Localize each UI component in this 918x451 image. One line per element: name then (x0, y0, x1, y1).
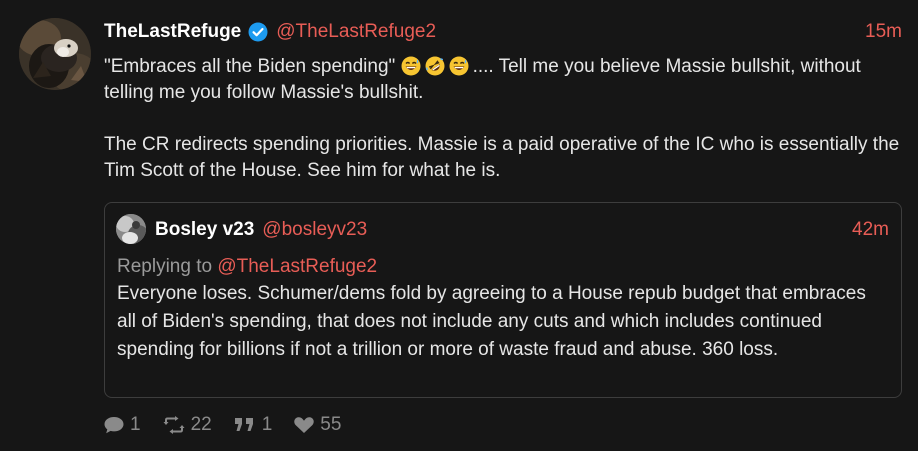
reply-icon (104, 417, 124, 434)
quote-button[interactable]: 1 (233, 414, 273, 436)
grinning-sweat-emoji-icon (401, 56, 421, 76)
like-button[interactable]: 55 (293, 414, 341, 436)
replying-to: Replying to @TheLastRefuge2 (117, 254, 377, 280)
rolling-laughing-emoji-icon (425, 56, 445, 76)
post-paragraph-1: "Embraces all the Biden spending" .... T… (104, 54, 904, 106)
action-bar: 1 22 1 55 (103, 413, 362, 437)
verified-badge-icon (248, 22, 268, 42)
post-paragraph-2: The CR redirects spending priorities. Ma… (104, 134, 900, 181)
post-text-part1: "Embraces all the Biden spending" (104, 56, 396, 77)
reply-count: 1 (130, 414, 141, 435)
quote-avatar[interactable] (116, 214, 146, 244)
grinning-sweat-emoji-icon (449, 56, 469, 76)
like-count: 55 (320, 414, 342, 435)
quoted-post[interactable]: Bosley v23 @bosleyv23 42m Replying to @T… (104, 202, 902, 398)
handle[interactable]: @TheLastRefuge2 (276, 21, 436, 43)
quote-handle[interactable]: @bosleyv23 (262, 219, 367, 241)
replying-mention[interactable]: @TheLastRefuge2 (217, 256, 377, 277)
quote-text: Everyone loses. Schumer/dems fold by agr… (117, 283, 866, 360)
reply-button[interactable]: 1 (103, 414, 141, 436)
repost-button[interactable]: 22 (162, 414, 212, 436)
post-time[interactable]: 15m (865, 21, 902, 43)
quote-display-name[interactable]: Bosley v23 (155, 219, 254, 241)
repost-count: 22 (190, 414, 212, 435)
repost-icon (163, 416, 185, 434)
avatar[interactable] (19, 18, 91, 90)
post-body: "Embraces all the Biden spending" .... T… (104, 54, 904, 184)
quote-count: 1 (261, 414, 273, 435)
quote-time[interactable]: 42m (852, 219, 889, 241)
quote-avatar-image (116, 214, 146, 244)
display-name[interactable]: TheLastRefuge (104, 21, 241, 43)
quote-icon (234, 418, 253, 431)
post-header: TheLastRefuge @TheLastRefuge2 15m (104, 19, 902, 45)
heart-icon (294, 417, 315, 433)
quote-header: Bosley v23 @bosleyv23 42m (155, 217, 889, 243)
avatar-image (19, 18, 91, 90)
replying-prefix: Replying to (117, 256, 213, 277)
